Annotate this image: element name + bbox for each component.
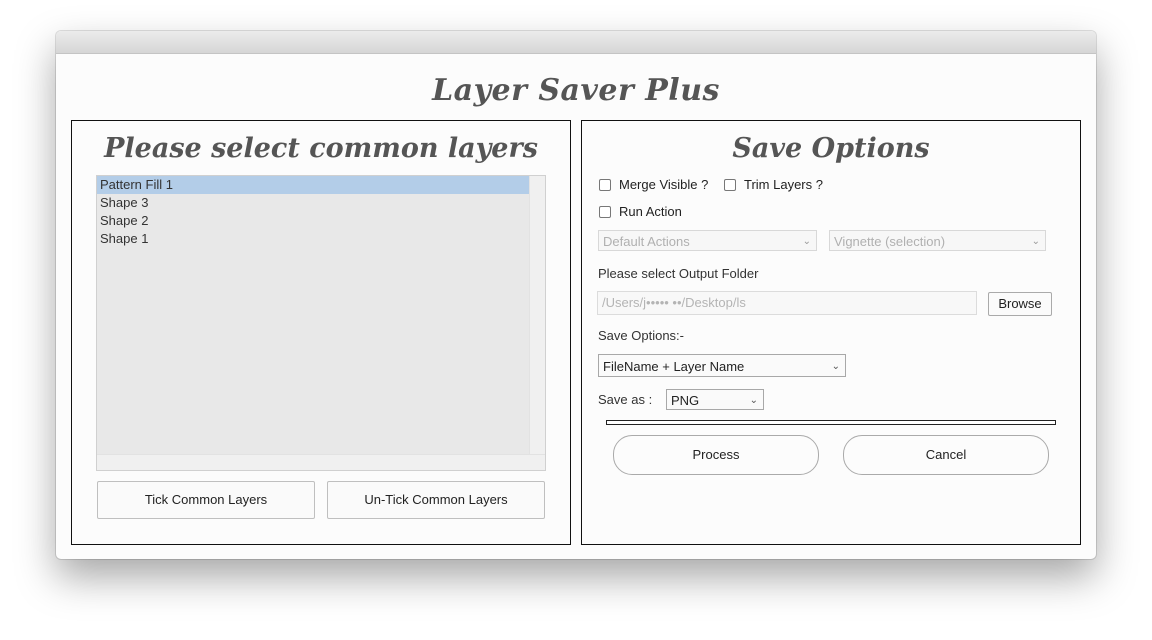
layer-list-item[interactable]: Shape 3 xyxy=(97,194,530,212)
merge-visible-checkbox[interactable] xyxy=(599,178,611,191)
naming-option-select[interactable]: FileName + Layer Name ⌄ xyxy=(598,354,846,377)
app-title: Layer Saver Plus xyxy=(432,73,720,108)
vertical-scrollbar[interactable] xyxy=(529,176,545,470)
save-options-heading: Save Options xyxy=(732,133,930,164)
cancel-button[interactable]: Cancel xyxy=(843,435,1049,475)
window-titlebar[interactable] xyxy=(56,31,1096,54)
chevron-down-icon: ⌄ xyxy=(1031,236,1040,247)
merge-visible-option[interactable]: Merge Visible ? xyxy=(599,177,708,192)
progress-bar xyxy=(606,420,1056,425)
layer-list-item[interactable]: Shape 1 xyxy=(97,230,530,248)
output-folder-label: Please select Output Folder xyxy=(598,266,759,281)
save-as-label: Save as : xyxy=(598,392,653,407)
trim-layers-checkbox[interactable] xyxy=(724,178,736,191)
untick-common-layers-button[interactable]: Un-Tick Common Layers xyxy=(327,481,545,519)
trim-layers-option[interactable]: Trim Layers ? xyxy=(724,177,823,192)
chevron-down-icon: ⌄ xyxy=(749,395,758,406)
save-options-label: Save Options:- xyxy=(598,328,684,343)
action-set-value: Default Actions xyxy=(603,234,690,249)
output-folder-field[interactable]: /Users/j••••• ••/Desktop/ls xyxy=(597,291,977,315)
action-name-value: Vignette (selection) xyxy=(834,234,946,249)
run-action-option[interactable]: Run Action xyxy=(599,204,682,219)
trim-layers-label: Trim Layers ? xyxy=(744,177,823,192)
horizontal-scrollbar[interactable] xyxy=(97,454,545,470)
run-action-label: Run Action xyxy=(619,204,682,219)
layers-listbox[interactable]: Pattern Fill 1 Shape 3 Shape 2 Shape 1 xyxy=(96,175,546,471)
process-button[interactable]: Process xyxy=(613,435,819,475)
save-as-format-value: PNG xyxy=(671,393,700,408)
save-as-format-select[interactable]: PNG ⌄ xyxy=(666,389,764,410)
action-name-select[interactable]: Vignette (selection) ⌄ xyxy=(829,230,1046,251)
naming-option-value: FileName + Layer Name xyxy=(603,359,745,374)
layer-list-item[interactable]: Pattern Fill 1 xyxy=(97,176,530,194)
tick-common-layers-button[interactable]: Tick Common Layers xyxy=(97,481,315,519)
action-set-select[interactable]: Default Actions ⌄ xyxy=(598,230,817,251)
run-action-checkbox[interactable] xyxy=(599,205,611,218)
chevron-down-icon: ⌄ xyxy=(802,236,811,247)
layer-list-item[interactable]: Shape 2 xyxy=(97,212,530,230)
app-window: Layer Saver Plus Please select common la… xyxy=(56,31,1096,559)
merge-visible-label: Merge Visible ? xyxy=(619,177,709,192)
layers-panel-heading: Please select common layers xyxy=(104,133,538,164)
chevron-down-icon: ⌄ xyxy=(831,361,840,372)
save-options-panel: Save Options Merge Visible ? Trim Layers… xyxy=(581,120,1081,545)
layers-panel: Please select common layers Pattern Fill… xyxy=(71,120,571,545)
browse-button[interactable]: Browse xyxy=(988,292,1052,316)
